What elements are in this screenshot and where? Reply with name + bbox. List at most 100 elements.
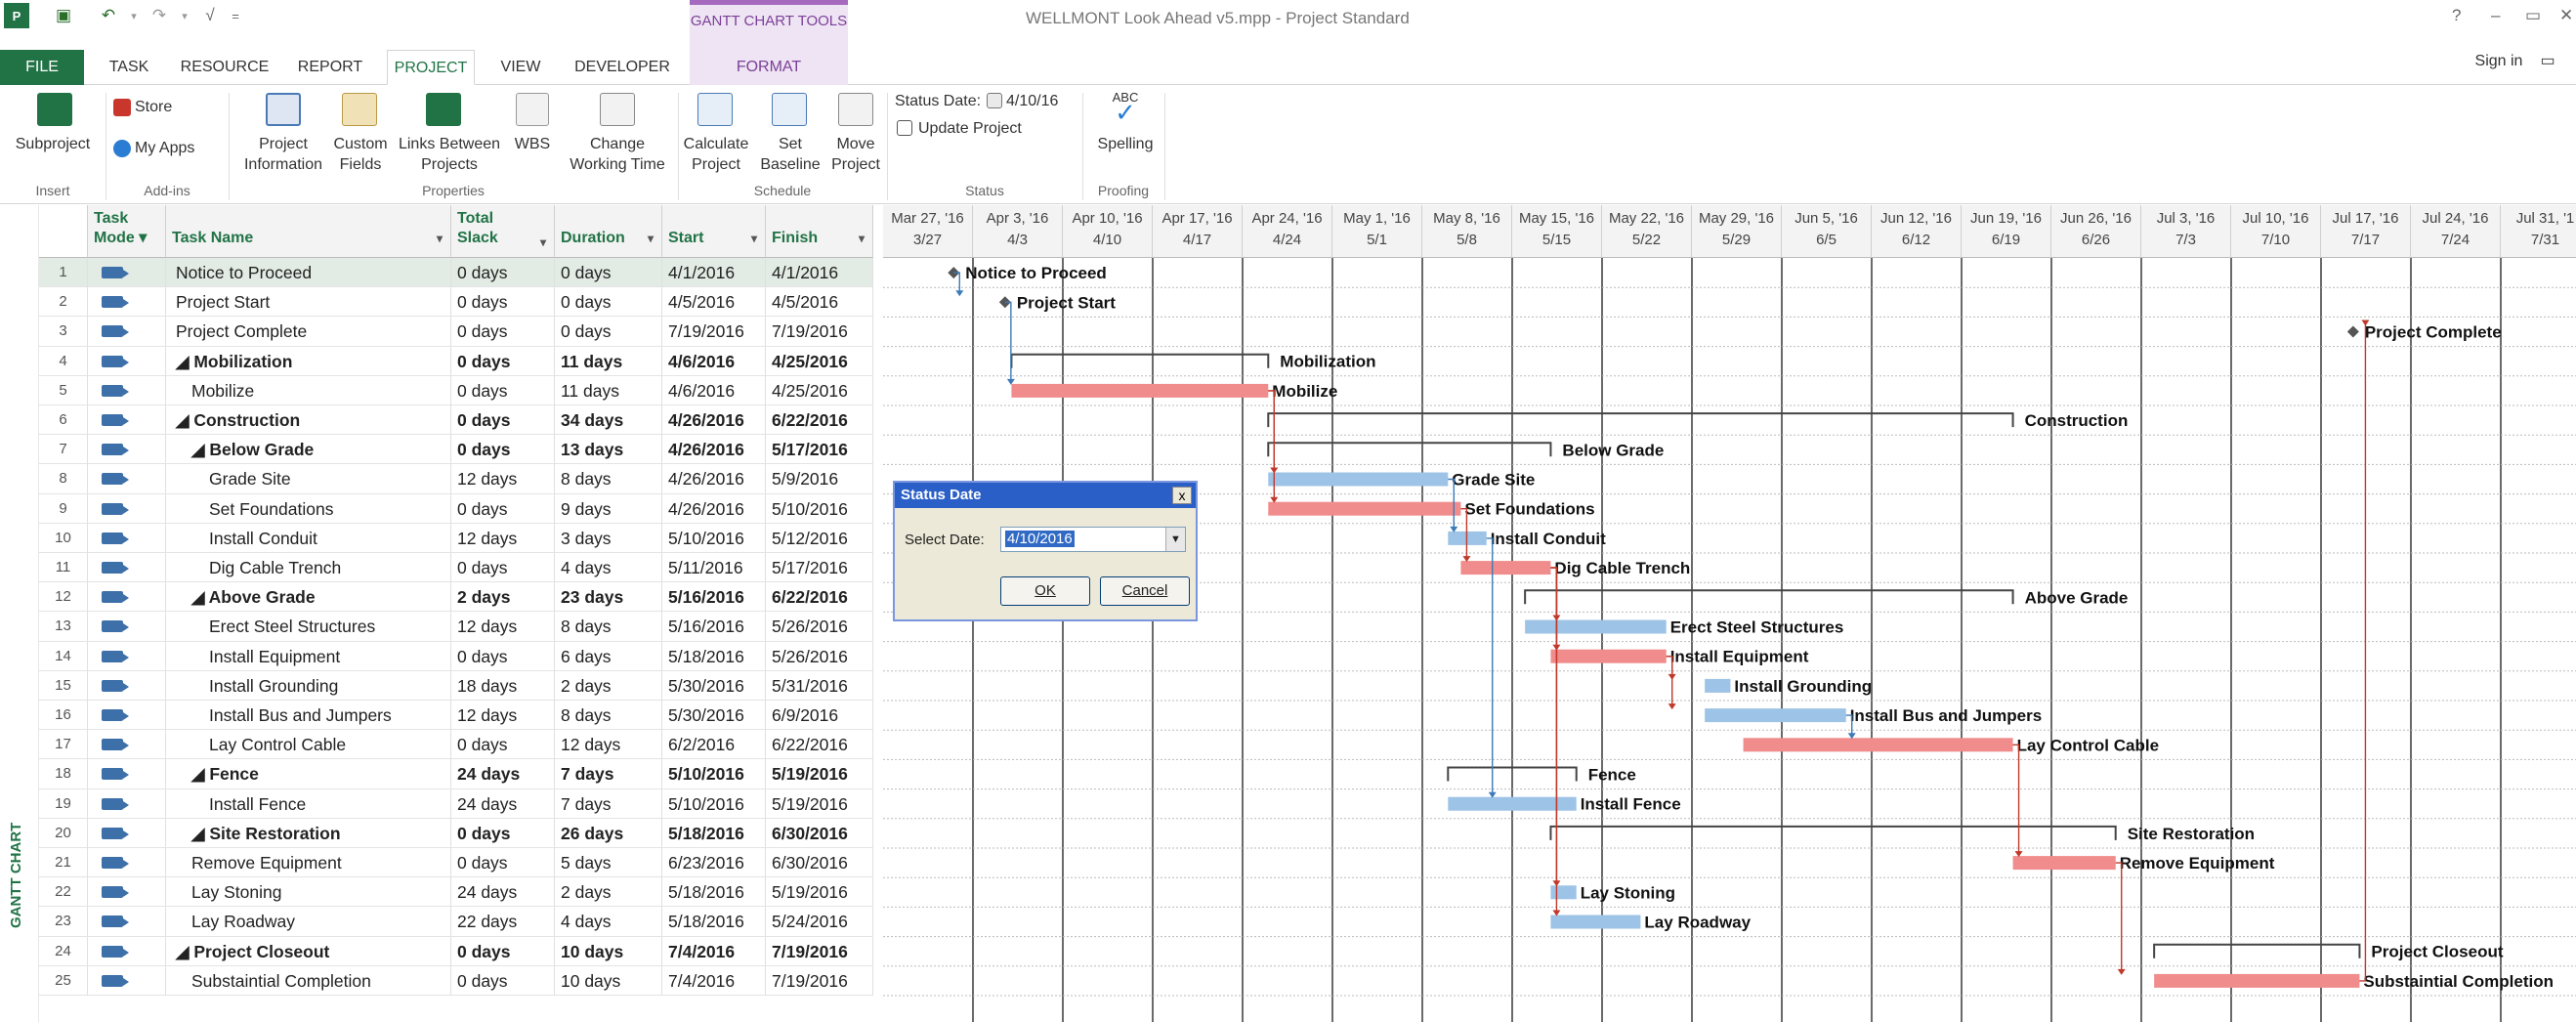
duration-cell[interactable]: 0 days — [555, 317, 662, 347]
duration-cell[interactable]: 12 days — [555, 730, 662, 760]
duration-filter-icon[interactable]: ▾ — [648, 229, 654, 248]
project-information-button[interactable]: Project Information — [236, 134, 330, 175]
total-slack-cell[interactable]: 0 days — [451, 965, 555, 996]
total-slack-cell[interactable]: 0 days — [451, 936, 555, 966]
task-name-cell[interactable]: ◢ Construction — [166, 405, 451, 435]
tab-view[interactable]: VIEW — [488, 50, 553, 85]
task-name-cell[interactable]: Substaintial Completion — [166, 965, 451, 996]
start-cell[interactable]: 7/19/2016 — [662, 317, 766, 347]
task-mode-icon[interactable] — [88, 287, 166, 318]
row-number[interactable]: 24 — [39, 936, 88, 966]
task-mode-icon[interactable] — [88, 523, 166, 553]
spelling-button[interactable]: Spelling — [1086, 134, 1164, 154]
table-row[interactable]: 22 Lay Stoning 24 days 2 days 5/18/2016 5/19/… — [39, 877, 873, 908]
table-row[interactable]: 13 Erect Steel Structures 12 days 8 days 5/1… — [39, 612, 873, 642]
duration-cell[interactable]: 10 days — [555, 936, 662, 966]
table-row[interactable]: 4 ◢ Mobilization 0 days 11 days 4/6/2016 4/25… — [39, 346, 873, 376]
table-row[interactable]: 10 Install Conduit 12 days 3 days 5/10/2016 5… — [39, 523, 873, 553]
duration-cell[interactable]: 26 days — [555, 818, 662, 848]
total-slack-cell[interactable]: 0 days — [451, 287, 555, 318]
set-baseline-button[interactable]: Set Baseline — [754, 134, 826, 175]
links-between-projects-button[interactable]: Links Between Projects — [395, 134, 504, 175]
task-mode-icon[interactable] — [88, 346, 166, 376]
task-name-cell[interactable]: Lay Control Cable — [166, 730, 451, 760]
start-cell[interactable]: 5/10/2016 — [662, 788, 766, 819]
custom-fields-button[interactable]: Custom Fields — [330, 134, 391, 175]
table-row[interactable]: 19 Install Fence 24 days 7 days 5/10/2016 5/1… — [39, 788, 873, 819]
task-mode-icon[interactable] — [88, 641, 166, 671]
finish-cell[interactable]: 5/19/2016 — [766, 877, 873, 908]
select-all-corner[interactable] — [39, 205, 88, 258]
duration-cell[interactable]: 34 days — [555, 405, 662, 435]
start-cell[interactable]: 5/18/2016 — [662, 641, 766, 671]
total-slack-cell[interactable]: 0 days — [451, 848, 555, 877]
table-row[interactable]: 25 Substaintial Completion 0 days 10 days 7/… — [39, 965, 873, 996]
duration-cell[interactable]: 11 days — [555, 375, 662, 405]
task-mode-icon[interactable] — [88, 701, 166, 730]
undo-dropdown-icon[interactable]: ▾ — [121, 3, 147, 28]
tab-report[interactable]: REPORT — [288, 50, 372, 85]
row-number[interactable]: 12 — [39, 582, 88, 613]
task-name-cell[interactable]: Project Start — [166, 287, 451, 318]
undo-icon[interactable]: ↶ — [96, 3, 121, 28]
task-mode-icon[interactable] — [88, 375, 166, 405]
start-cell[interactable]: 4/26/2016 — [662, 493, 766, 524]
duration-cell[interactable]: 3 days — [555, 523, 662, 553]
help-icon[interactable]: ? — [2452, 6, 2461, 25]
tab-format[interactable]: FORMAT — [690, 50, 848, 85]
table-row[interactable]: 20 ◢ Site Restoration 0 days 26 days 5/18/20… — [39, 818, 873, 848]
row-number[interactable]: 8 — [39, 464, 88, 494]
start-cell[interactable]: 5/18/2016 — [662, 877, 766, 908]
task-name-cell[interactable]: Remove Equipment — [166, 848, 451, 877]
start-cell[interactable]: 5/11/2016 — [662, 553, 766, 582]
finish-cell[interactable]: 4/25/2016 — [766, 346, 873, 376]
duration-cell[interactable]: 8 days — [555, 612, 662, 642]
row-number[interactable]: 4 — [39, 346, 88, 376]
task-name-cell[interactable]: ◢ Site Restoration — [166, 818, 451, 848]
table-row[interactable]: 9 Set Foundations 0 days 9 days 4/26/2016 5/1… — [39, 493, 873, 524]
start-cell[interactable]: 4/1/2016 — [662, 258, 766, 287]
row-number[interactable]: 22 — [39, 877, 88, 908]
row-number[interactable]: 18 — [39, 759, 88, 789]
table-row[interactable]: 2 Project Start 0 days 0 days 4/5/2016 4/5/20… — [39, 287, 873, 318]
duration-cell[interactable]: 2 days — [555, 877, 662, 908]
finish-cell[interactable]: 7/19/2016 — [766, 317, 873, 347]
tab-resource[interactable]: RESOURCE — [176, 50, 274, 85]
task-mode-icon[interactable] — [88, 936, 166, 966]
finish-cell[interactable]: 4/25/2016 — [766, 375, 873, 405]
duration-cell[interactable]: 5 days — [555, 848, 662, 877]
task-name-cell[interactable]: Erect Steel Structures — [166, 612, 451, 642]
total-slack-cell[interactable]: 12 days — [451, 612, 555, 642]
finish-cell[interactable]: 4/5/2016 — [766, 287, 873, 318]
calculate-project-button[interactable]: Calculate Project — [680, 134, 752, 175]
duration-cell[interactable]: 0 days — [555, 258, 662, 287]
row-number[interactable]: 5 — [39, 375, 88, 405]
finish-cell[interactable]: 5/10/2016 — [766, 493, 873, 524]
row-number[interactable]: 2 — [39, 287, 88, 318]
task-mode-icon[interactable] — [88, 848, 166, 877]
row-number[interactable]: 14 — [39, 641, 88, 671]
start-cell[interactable]: 5/16/2016 — [662, 582, 766, 613]
update-project-button[interactable]: Update Project — [918, 118, 1022, 139]
chevron-down-icon[interactable]: ▼ — [1165, 528, 1185, 551]
task-name-cell[interactable]: Install Equipment — [166, 641, 451, 671]
start-cell[interactable]: 4/26/2016 — [662, 405, 766, 435]
row-number[interactable]: 25 — [39, 965, 88, 996]
total-slack-cell[interactable]: 0 days — [451, 730, 555, 760]
table-row[interactable]: 7 ◢ Below Grade 0 days 13 days 4/26/2016 5/17… — [39, 435, 873, 465]
tab-task[interactable]: TASK — [98, 50, 160, 85]
redo-dropdown-icon[interactable]: ▾ — [172, 3, 197, 28]
table-row[interactable]: 18 ◢ Fence 24 days 7 days 5/10/2016 5/19/2016 — [39, 759, 873, 789]
start-cell[interactable]: 5/30/2016 — [662, 670, 766, 701]
row-number[interactable]: 7 — [39, 435, 88, 465]
task-name-cell[interactable]: ◢ Fence — [166, 759, 451, 789]
column-header-duration[interactable]: Duration ▾ — [555, 205, 662, 258]
row-number[interactable]: 20 — [39, 818, 88, 848]
finish-cell[interactable]: 5/26/2016 — [766, 612, 873, 642]
duration-cell[interactable]: 13 days — [555, 435, 662, 465]
duration-cell[interactable]: 7 days — [555, 788, 662, 819]
task-name-cell[interactable]: Lay Roadway — [166, 907, 451, 937]
tab-project[interactable]: PROJECT — [387, 50, 475, 85]
total-slack-cell[interactable]: 0 days — [451, 258, 555, 287]
table-row[interactable]: 6 ◢ Construction 0 days 34 days 4/26/2016 6/2… — [39, 405, 873, 436]
